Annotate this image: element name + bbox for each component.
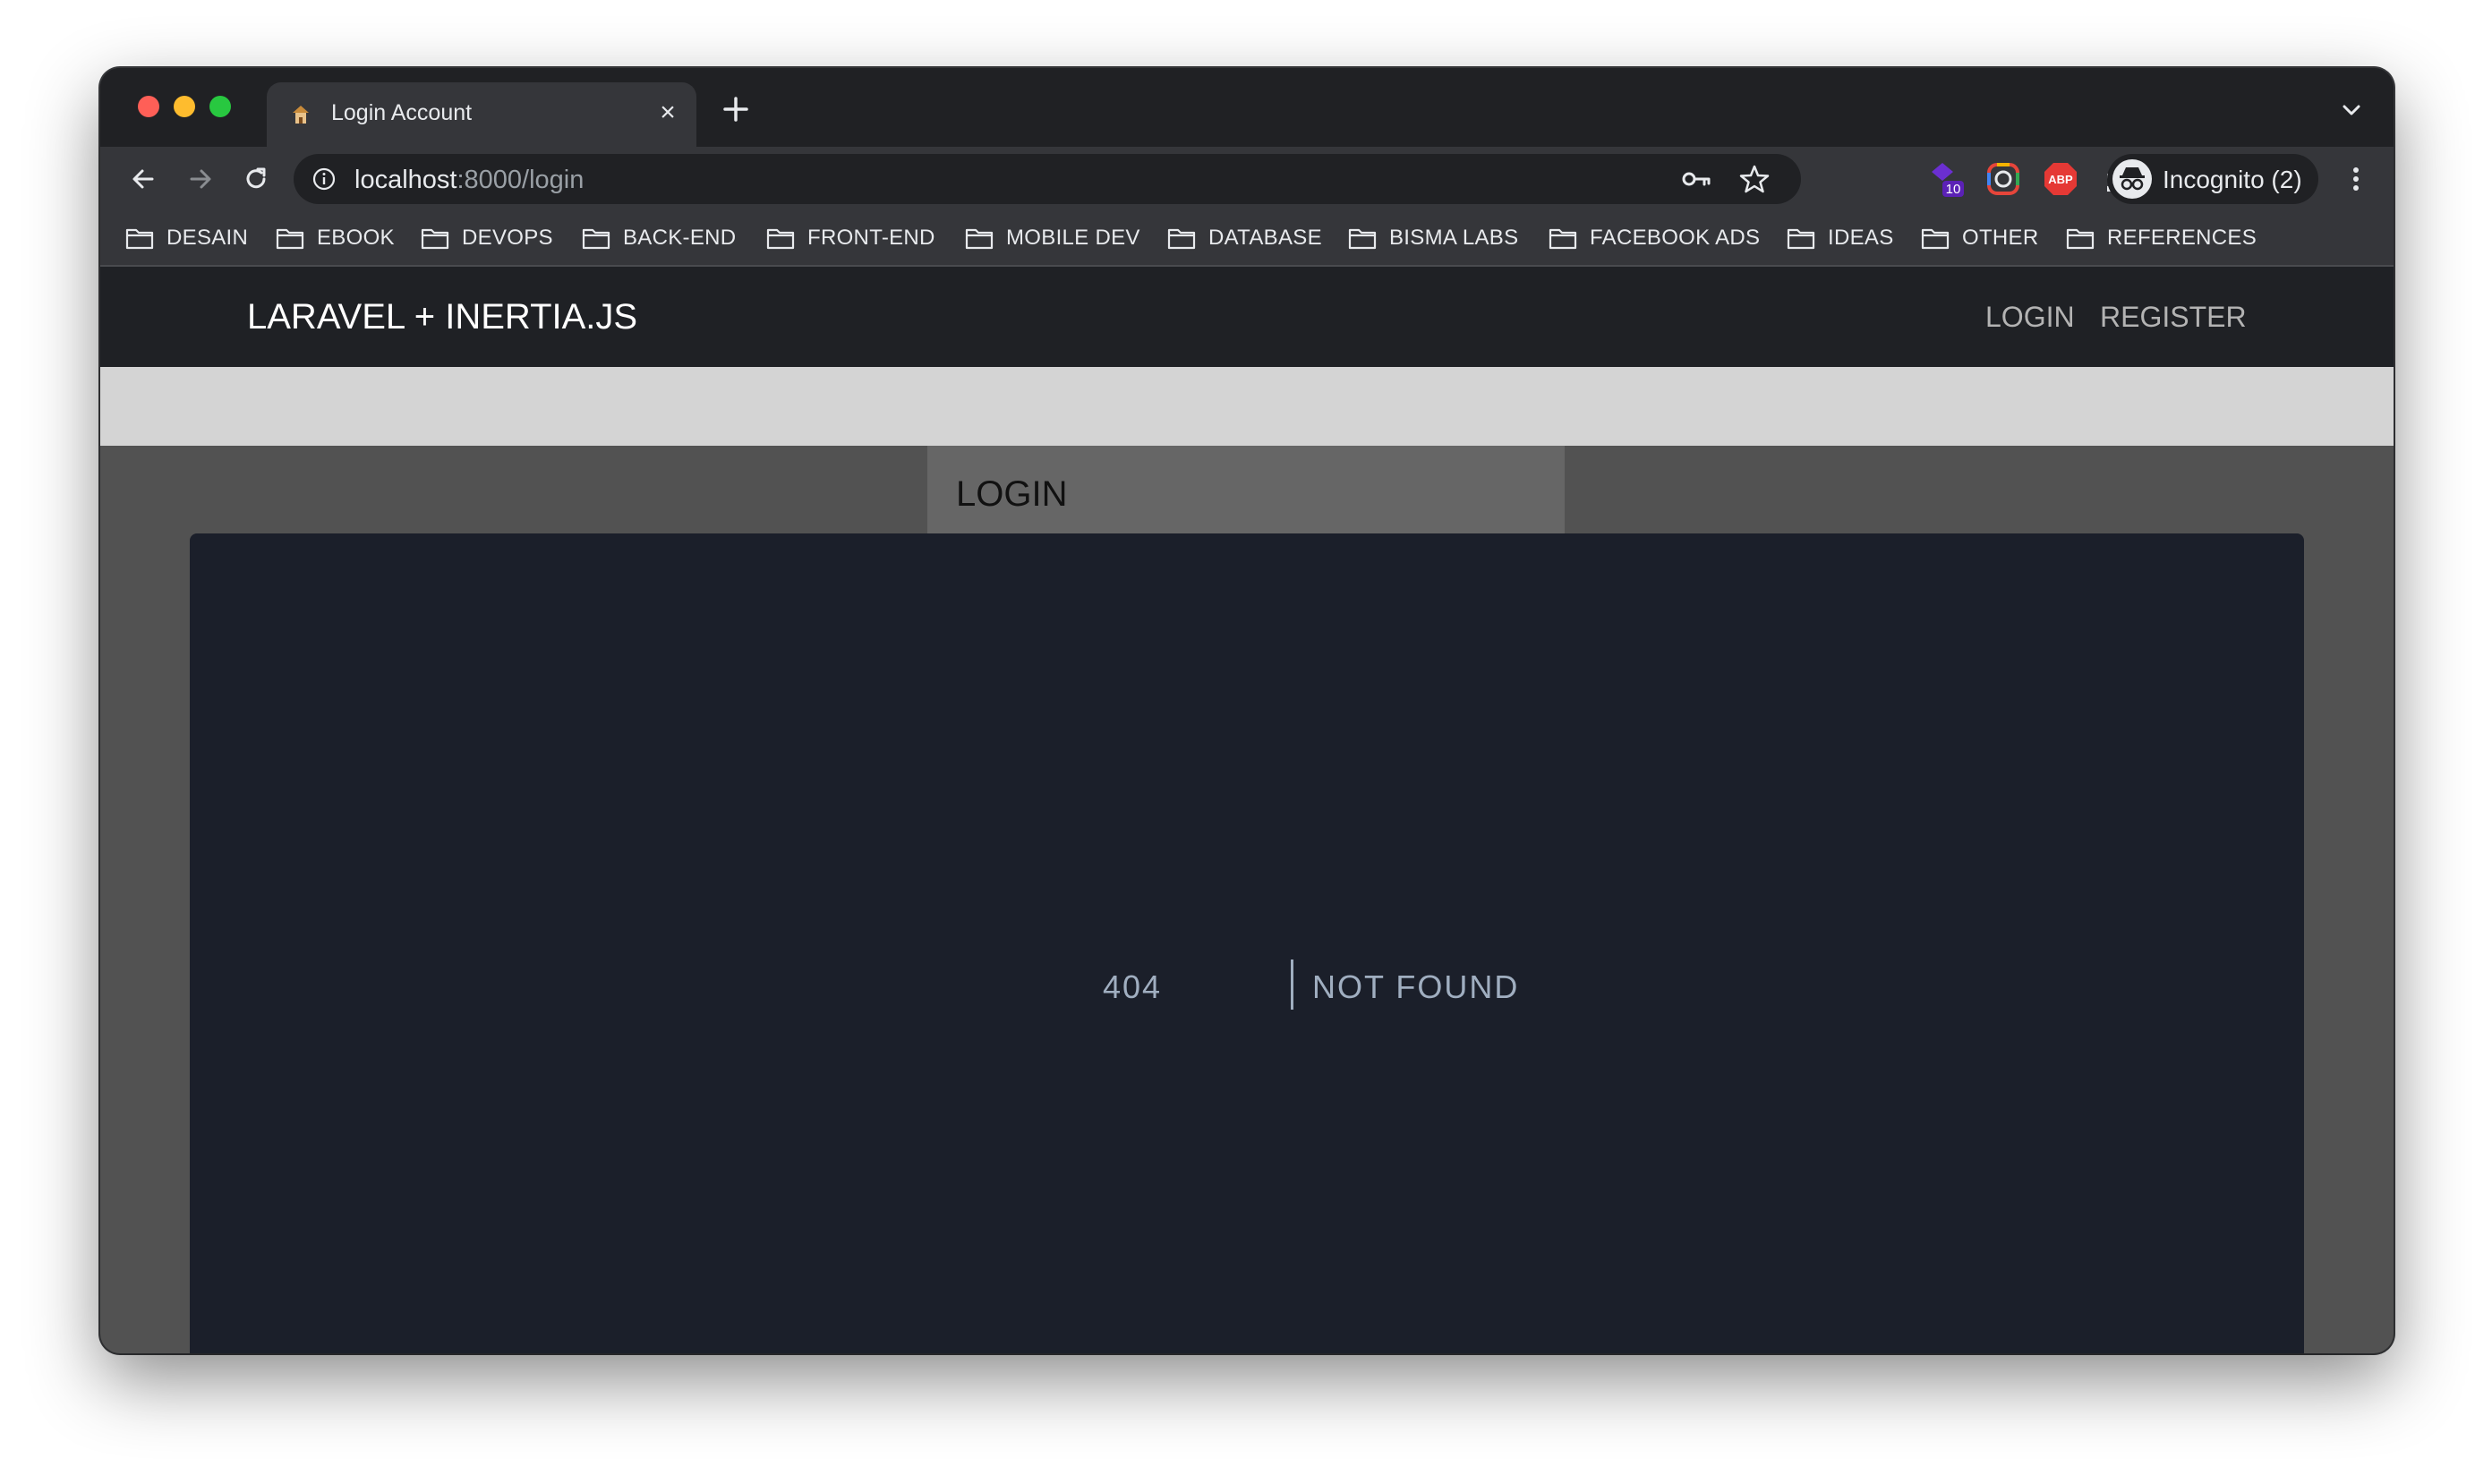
url-path: :8000/login bbox=[457, 166, 585, 194]
folder-icon bbox=[1167, 228, 1196, 250]
tab-title: Login Account bbox=[331, 100, 473, 125]
favicon-icon bbox=[293, 106, 309, 124]
error-frame: 404 NOT FOUND bbox=[190, 533, 2304, 1353]
error-code: 404 bbox=[1103, 968, 1163, 1005]
bookmark-label: DESAIN bbox=[166, 226, 249, 250]
extension-badge-count: 10 bbox=[1946, 182, 1961, 197]
bookmark-label: MOBILE DEV bbox=[1006, 226, 1140, 250]
page-viewport: LARAVEL + INERTIA.JS LOGIN REGISTER LOGI… bbox=[100, 267, 2394, 1353]
bookmark-folder-devops[interactable]: DEVOPS bbox=[421, 222, 553, 254]
bookmark-label: OTHER bbox=[1962, 226, 2039, 250]
incognito-profile-button[interactable]: Incognito (2) bbox=[2107, 154, 2318, 204]
folder-icon bbox=[421, 228, 449, 250]
bookmarks-bar: DESAIN EBOOK DEVOPS BACK-END FRONT-END M… bbox=[100, 211, 2394, 267]
maximize-window-button[interactable] bbox=[209, 96, 231, 117]
bookmark-label: IDEAS bbox=[1828, 226, 1894, 250]
folder-icon bbox=[1921, 228, 1950, 250]
password-key-icon[interactable] bbox=[1681, 165, 1711, 193]
tab-close-icon[interactable]: × bbox=[653, 98, 682, 127]
folder-icon bbox=[1348, 228, 1377, 250]
header-band bbox=[100, 367, 2394, 446]
browser-toolbar: localhost:8000/login 10 ABP Incognito (2… bbox=[100, 147, 2394, 211]
login-card-header: LOGIN bbox=[927, 446, 1565, 535]
minimize-window-button[interactable] bbox=[174, 96, 195, 117]
adblock-label: ABP bbox=[2048, 173, 2073, 186]
bookmark-folder-desain[interactable]: DESAIN bbox=[125, 222, 248, 254]
folder-icon bbox=[1549, 228, 1577, 250]
forward-arrow-icon[interactable] bbox=[183, 161, 218, 197]
back-arrow-icon[interactable] bbox=[125, 161, 161, 197]
adblock-plus-icon[interactable]: ABP bbox=[2041, 159, 2080, 199]
folder-icon bbox=[965, 228, 994, 250]
new-tab-icon[interactable] bbox=[718, 91, 754, 127]
bookmark-label: FACEBOOK ADS bbox=[1590, 226, 1761, 250]
bookmark-label: REFERENCES bbox=[2107, 226, 2257, 250]
nav-login-link[interactable]: LOGIN bbox=[1985, 301, 2075, 334]
bookmark-label: FRONT-END bbox=[807, 226, 935, 250]
site-info-icon[interactable] bbox=[312, 166, 337, 192]
app-navbar: LARAVEL + INERTIA.JS LOGIN REGISTER bbox=[100, 267, 2394, 367]
bookmark-star-icon[interactable] bbox=[1738, 163, 1771, 195]
profile-label: Incognito (2) bbox=[2163, 166, 2302, 193]
folder-icon bbox=[1787, 228, 1815, 250]
nav-register-link[interactable]: REGISTER bbox=[2100, 301, 2247, 334]
card-title: LOGIN bbox=[956, 474, 1068, 514]
browser-menu-icon[interactable] bbox=[2347, 161, 2365, 197]
folder-icon bbox=[2066, 228, 2095, 250]
browser-window: Login Account × localhost:8000/login 10 … bbox=[100, 68, 2394, 1353]
bookmark-folder-front-end[interactable]: FRONT-END bbox=[766, 222, 935, 254]
bookmark-folder-database[interactable]: DATABASE bbox=[1167, 222, 1322, 254]
extension-purple-icon[interactable]: 10 bbox=[1926, 159, 1966, 199]
extension-color-picker-icon[interactable] bbox=[1984, 159, 2023, 199]
close-window-button[interactable] bbox=[138, 96, 159, 117]
tab-strip: Login Account × bbox=[100, 68, 2394, 147]
url-text[interactable]: localhost:8000/login bbox=[354, 166, 584, 195]
bookmark-label: EBOOK bbox=[317, 226, 395, 250]
folder-icon bbox=[582, 228, 610, 250]
folder-icon bbox=[125, 228, 154, 250]
bookmark-label: DEVOPS bbox=[462, 226, 553, 250]
tab-search-chevron-icon[interactable] bbox=[2338, 97, 2365, 124]
error-divider bbox=[1291, 959, 1293, 1010]
incognito-icon bbox=[2112, 159, 2152, 199]
bookmark-folder-references[interactable]: REFERENCES bbox=[2066, 222, 2257, 254]
brand-link[interactable]: LARAVEL + INERTIA.JS bbox=[247, 297, 637, 337]
tab-login-account[interactable]: Login Account × bbox=[267, 82, 696, 147]
bookmark-folder-facebook-ads[interactable]: FACEBOOK ADS bbox=[1549, 222, 1760, 254]
bookmark-folder-back-end[interactable]: BACK-END bbox=[582, 222, 736, 254]
bookmark-folder-bisma-labs[interactable]: BISMA LABS bbox=[1348, 222, 1518, 254]
bookmark-label: BACK-END bbox=[623, 226, 737, 250]
bookmark-folder-ebook[interactable]: EBOOK bbox=[276, 222, 395, 254]
error-message: NOT FOUND bbox=[1312, 968, 1520, 1005]
url-host: localhost bbox=[354, 166, 457, 194]
bookmark-label: BISMA LABS bbox=[1389, 226, 1519, 250]
bookmark-folder-ideas[interactable]: IDEAS bbox=[1787, 222, 1894, 254]
folder-icon bbox=[276, 228, 304, 250]
reload-icon[interactable] bbox=[238, 161, 274, 197]
bookmark-folder-other[interactable]: OTHER bbox=[1921, 222, 2039, 254]
address-bar[interactable]: localhost:8000/login bbox=[294, 154, 1801, 204]
bookmark-label: DATABASE bbox=[1208, 226, 1322, 250]
bookmark-folder-mobile-dev[interactable]: MOBILE DEV bbox=[965, 222, 1140, 254]
folder-icon bbox=[766, 228, 795, 250]
